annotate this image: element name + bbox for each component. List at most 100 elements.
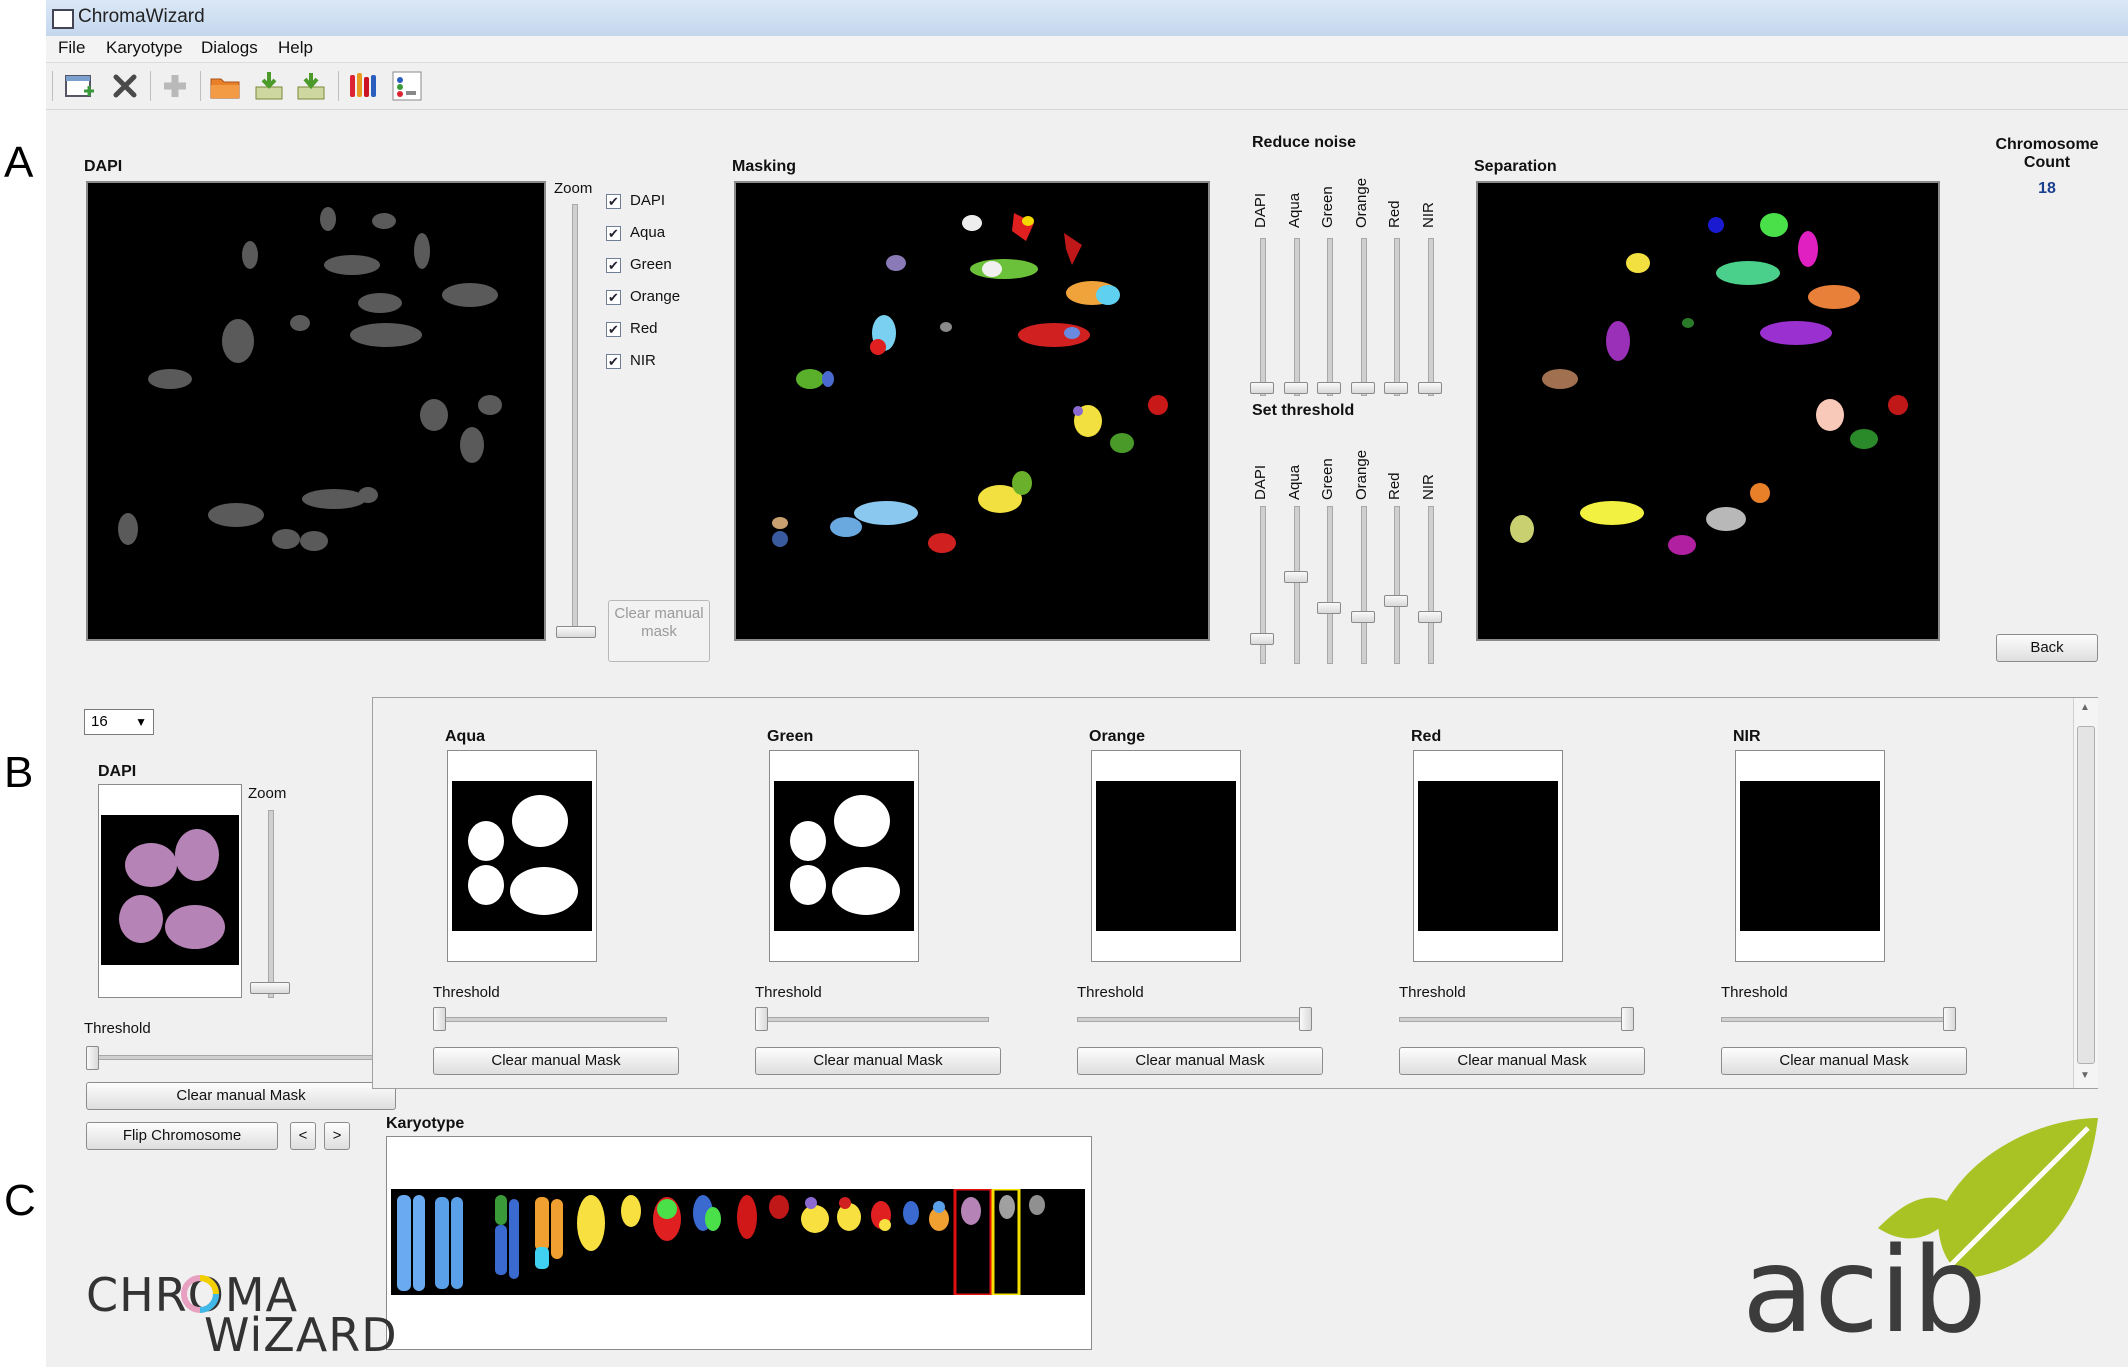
scroll-down-icon[interactable]: ▼ — [2080, 1070, 2090, 1081]
reduce-noise-slider-nir[interactable] — [1427, 238, 1434, 396]
checkbox-icon[interactable]: ✔ — [606, 194, 621, 209]
threshold-slider-handle-nir[interactable] — [1943, 1007, 1956, 1031]
channel-view-nir[interactable] — [1735, 750, 1885, 962]
menu-karyotype[interactable]: Karyotype — [106, 38, 183, 58]
toolbar — [46, 63, 2128, 110]
threshold-slider-handle-red[interactable] — [1621, 1007, 1634, 1031]
threshold-slider-orange[interactable] — [1360, 506, 1367, 664]
back-button[interactable]: Back — [1996, 634, 2098, 662]
channel-checkbox-orange[interactable]: ✔ Orange — [606, 288, 726, 308]
threshold-slider-nir[interactable] — [1721, 1017, 1955, 1022]
threshold-slider-red[interactable] — [1399, 1017, 1633, 1022]
detail-scrollbar[interactable]: ▲ ▼ — [2073, 698, 2098, 1088]
clear-manual-mask-button[interactable]: Clear manual mask — [608, 600, 710, 662]
masking-image-view[interactable] — [734, 181, 1210, 641]
previous-chromosome-button[interactable]: < — [290, 1122, 316, 1150]
threshold-slider-nir[interactable] — [1427, 506, 1434, 664]
scroll-up-icon[interactable]: ▲ — [2080, 702, 2090, 713]
channel-checkbox-aqua[interactable]: ✔ Aqua — [606, 224, 726, 244]
zoom-slider-handle[interactable] — [556, 626, 596, 638]
toolbar-separator — [200, 71, 201, 101]
zoom-slider[interactable] — [572, 204, 578, 636]
channel-view-green[interactable] — [769, 750, 919, 962]
threshold-slider-handle-green[interactable] — [1317, 602, 1341, 615]
reduce-noise-slider-handle-green[interactable] — [1317, 382, 1341, 394]
reduce-noise-slider-handle-dapi[interactable] — [1250, 382, 1274, 394]
clear-manual-mask-button-nir[interactable]: Clear manual Mask — [1721, 1047, 1967, 1075]
reduce-noise-slider-red[interactable] — [1394, 238, 1400, 396]
channel-checkbox-nir[interactable]: ✔ NIR — [606, 352, 726, 372]
back-button-label: Back — [2030, 639, 2064, 656]
threshold-label: Threshold — [1399, 984, 1466, 1001]
threshold-slider-handle-nir[interactable] — [1417, 611, 1442, 624]
threshold-slider[interactable] — [86, 1055, 398, 1060]
channels-icon[interactable] — [390, 69, 424, 103]
threshold-slider-aqua[interactable] — [1293, 506, 1300, 664]
menu-file[interactable]: File — [58, 38, 85, 58]
separation-image-view[interactable] — [1476, 181, 1940, 641]
threshold-slider-green[interactable] — [1327, 506, 1333, 664]
close-icon[interactable] — [108, 69, 142, 103]
checkbox-icon[interactable]: ✔ — [606, 290, 621, 305]
chromosome-select[interactable]: 16 ▼ — [84, 709, 154, 735]
scroll-thumb[interactable] — [2077, 726, 2095, 1064]
threshold-slider-handle-orange[interactable] — [1350, 611, 1375, 624]
karyotype-icon[interactable] — [346, 69, 380, 103]
clear-manual-mask-label: Clear manual Mask — [491, 1052, 621, 1069]
reduce-noise-slider-dapi[interactable] — [1260, 238, 1266, 396]
karyotype-view[interactable] — [386, 1136, 1092, 1350]
threshold-slider-handle-orange[interactable] — [1299, 1007, 1312, 1031]
clear-manual-mask-button-red[interactable]: Clear manual Mask — [1399, 1047, 1645, 1075]
checkbox-icon[interactable]: ✔ — [606, 322, 621, 337]
threshold-slider-red[interactable] — [1394, 506, 1400, 664]
reduce-noise-slider-handle-orange[interactable] — [1350, 382, 1375, 394]
threshold-slider-green[interactable] — [755, 1017, 989, 1022]
clear-manual-mask-button-aqua[interactable]: Clear manual Mask — [433, 1047, 679, 1075]
clear-manual-mask-button-orange[interactable]: Clear manual Mask — [1077, 1047, 1323, 1075]
menu-help[interactable]: Help — [278, 38, 313, 58]
dapi-image-view[interactable] — [86, 181, 546, 641]
color-wheel-icon — [181, 1275, 219, 1313]
karyotype-label: Karyotype — [386, 1115, 465, 1132]
clear-manual-mask-button[interactable]: Clear manual Mask — [86, 1082, 396, 1110]
threshold-slider-handle-green[interactable] — [755, 1007, 768, 1031]
add-icon[interactable] — [158, 69, 192, 103]
channel-view-aqua[interactable] — [447, 750, 597, 962]
checkbox-icon[interactable]: ✔ — [606, 226, 621, 241]
channel-view-orange[interactable] — [1091, 750, 1241, 962]
new-image-icon[interactable] — [62, 69, 96, 103]
chromawizard-logo-bottom: WiZARD — [204, 1308, 398, 1362]
next-chromosome-button[interactable]: > — [324, 1122, 350, 1150]
title-bar: ChromaWizard — [46, 0, 2128, 37]
checkbox-icon[interactable]: ✔ — [606, 354, 621, 369]
menu-dialogs[interactable]: Dialogs — [201, 38, 258, 58]
channel-checkbox-red[interactable]: ✔ Red — [606, 320, 726, 340]
clear-manual-mask-label: Clear manual Mask — [176, 1087, 306, 1104]
clear-manual-mask-label: Clear manual mask — [614, 605, 704, 640]
threshold-slider-aqua[interactable] — [433, 1017, 667, 1022]
threshold-slider-handle-dapi[interactable] — [1250, 632, 1274, 645]
channel-view-red[interactable] — [1413, 750, 1563, 962]
reduce-noise-slider-handle-aqua[interactable] — [1283, 382, 1308, 394]
reduce-noise-slider-aqua[interactable] — [1293, 238, 1300, 396]
zoom-detail-slider-handle[interactable] — [250, 982, 290, 994]
channel-checkbox-green[interactable]: ✔ Green — [606, 256, 726, 276]
threshold-slider-handle-red[interactable] — [1384, 595, 1408, 608]
import-icon[interactable] — [252, 69, 286, 103]
threshold-slider-orange[interactable] — [1077, 1017, 1311, 1022]
threshold-slider-handle-aqua[interactable] — [1283, 570, 1308, 583]
flip-chromosome-button[interactable]: Flip Chromosome — [86, 1122, 278, 1150]
reduce-noise-slider-handle-nir[interactable] — [1417, 382, 1442, 394]
open-folder-icon[interactable] — [208, 69, 242, 103]
reduce-noise-slider-handle-red[interactable] — [1384, 382, 1408, 394]
checkbox-icon[interactable]: ✔ — [606, 258, 621, 273]
export-icon[interactable] — [294, 69, 328, 103]
threshold-slider-handle[interactable] — [86, 1046, 99, 1070]
channel-checkbox-dapi[interactable]: ✔ DAPI — [606, 192, 726, 212]
reduce-noise-slider-orange[interactable] — [1360, 238, 1367, 396]
dapi-detail-view[interactable] — [98, 784, 242, 998]
zoom-detail-slider[interactable] — [268, 810, 274, 998]
clear-manual-mask-button-green[interactable]: Clear manual Mask — [755, 1047, 1001, 1075]
threshold-slider-handle-aqua[interactable] — [433, 1007, 446, 1031]
reduce-noise-slider-green[interactable] — [1327, 238, 1333, 396]
